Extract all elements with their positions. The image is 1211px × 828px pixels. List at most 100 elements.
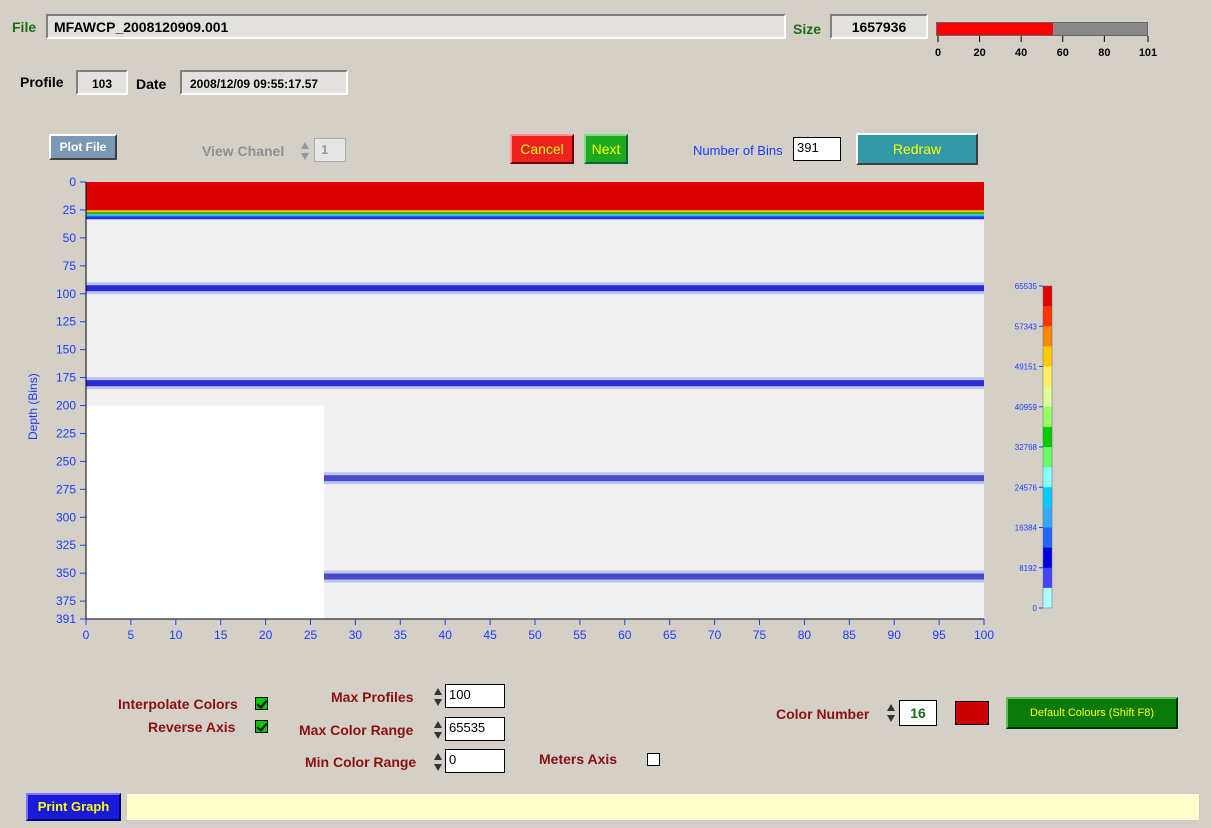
color-scale-label: 57343 [1015, 322, 1038, 331]
color-scale-label: 65535 [1015, 282, 1038, 291]
max-profiles-input[interactable]: 100 [445, 684, 505, 708]
blank-region [86, 405, 324, 619]
cancel-button[interactable]: Cancel [510, 134, 574, 164]
profile-label: Profile [20, 74, 64, 90]
surface-transition-blue [86, 216, 984, 220]
max-profiles-label: Max Profiles [331, 689, 414, 705]
color-scale-segment [1043, 547, 1052, 569]
min-color-range-spinner[interactable] [433, 752, 443, 772]
surface-band [86, 182, 984, 214]
progress-tick-label: 60 [1057, 47, 1069, 59]
surface-transition-green [86, 212, 984, 215]
bins-input[interactable]: 391 [793, 137, 841, 161]
reverse-axis-checkbox[interactable] [255, 720, 268, 733]
echo-band [86, 380, 984, 387]
color-scale-segment [1043, 406, 1052, 428]
x-tick-label: 50 [528, 628, 542, 642]
x-tick-label: 70 [708, 628, 722, 642]
x-tick-label: 60 [618, 628, 632, 642]
profile-field: 103 [76, 70, 128, 95]
color-scale-segment [1043, 326, 1052, 347]
file-name-field: MFAWCP_2008120909.001 [46, 14, 786, 39]
y-tick-label: 50 [63, 231, 77, 245]
date-label: Date [136, 76, 167, 92]
view-channel-spinner[interactable] [300, 141, 310, 161]
max-color-range-input[interactable]: 65535 [445, 717, 505, 741]
y-tick-label: 250 [56, 454, 76, 468]
view-channel-label: View Chanel [202, 143, 285, 159]
y-tick-label: 225 [56, 426, 76, 440]
status-bar [126, 793, 1200, 821]
max-color-range-spinner[interactable] [433, 720, 443, 740]
color-scale-segment [1043, 306, 1052, 327]
date-field: 2008/12/09 09:55:17.57 [180, 70, 348, 95]
x-tick-label: 45 [483, 628, 497, 642]
plot-file-button[interactable]: Plot File [49, 134, 117, 160]
x-tick-label: 25 [304, 628, 318, 642]
color-scale-segment [1043, 487, 1052, 508]
x-tick-label: 35 [394, 628, 408, 642]
color-scale-segment [1043, 527, 1052, 549]
x-tick-label: 20 [259, 628, 273, 642]
x-tick-label: 75 [753, 628, 767, 642]
y-tick-label: 325 [56, 538, 76, 552]
bins-label: Number of Bins [693, 143, 783, 158]
x-tick-label: 5 [128, 628, 135, 642]
progress-bar [936, 22, 1148, 36]
color-scale-segment [1043, 346, 1052, 367]
meters-axis-label: Meters Axis [539, 751, 618, 767]
y-axis-label: Depth (Bins) [26, 373, 40, 440]
surface-transition-yellow [86, 210, 984, 213]
view-channel-field[interactable]: 1 [314, 138, 346, 162]
interpolate-colors-label: Interpolate Colors [118, 696, 238, 712]
x-tick-label: 95 [932, 628, 946, 642]
default-colours-button[interactable]: Default Colours (Shift F8) [1006, 697, 1178, 729]
max-profiles-spinner[interactable] [433, 687, 443, 707]
y-tick-label: 75 [63, 259, 77, 273]
color-number-input[interactable]: 16 [899, 700, 937, 726]
x-tick-label: 85 [843, 628, 857, 642]
interpolate-colors-checkbox[interactable] [255, 697, 268, 710]
color-scale-label: 24576 [1015, 483, 1038, 492]
color-scale-segment [1043, 286, 1052, 307]
y-tick-label: 100 [56, 287, 76, 301]
progress-fill [937, 23, 1054, 35]
progress-tick-label: 0 [935, 47, 941, 59]
next-button[interactable]: Next [584, 134, 628, 164]
color-scale-segment [1043, 507, 1052, 528]
color-swatch[interactable] [955, 701, 989, 725]
progress-tick-label: 101 [1139, 47, 1157, 59]
depth-heatmap-chart: 0255075100125150175200225250275300325350… [56, 175, 994, 642]
color-number-spinner[interactable] [886, 703, 896, 723]
color-scale-label: 40959 [1015, 403, 1038, 412]
progress-tick-label: 40 [1015, 47, 1027, 59]
color-scale-segment [1043, 366, 1052, 388]
x-tick-label: 40 [439, 628, 453, 642]
print-graph-button[interactable]: Print Graph [26, 793, 121, 821]
surface-transition-cyan [86, 214, 984, 217]
y-tick-label: 350 [56, 566, 76, 580]
x-tick-label: 65 [663, 628, 677, 642]
y-tick-label: 25 [63, 203, 77, 217]
y-tick-label: 375 [56, 594, 76, 608]
y-tick-label: 275 [56, 482, 76, 496]
x-tick-label: 80 [798, 628, 812, 642]
redraw-button[interactable]: Redraw [856, 133, 978, 165]
color-scale-legend: 65535 57343 49151 40959 32768 24576 16384 8192 0 [1015, 282, 1053, 612]
color-scale-label: 0 [1033, 604, 1038, 612]
meters-axis-checkbox[interactable] [647, 753, 660, 766]
color-scale-label: 49151 [1015, 363, 1038, 372]
progress-scale: 0 20 40 60 80 101 [935, 36, 1157, 59]
y-tick-label: 391 [56, 612, 76, 626]
x-tick-label: 30 [349, 628, 363, 642]
size-field: 1657936 [830, 14, 928, 39]
min-color-range-input[interactable]: 0 [445, 749, 505, 773]
y-tick-label: 125 [56, 315, 76, 329]
y-tick-label: 175 [56, 371, 76, 385]
progress-tick-label: 80 [1098, 47, 1110, 59]
color-scale-segment [1043, 386, 1052, 408]
size-label: Size [793, 21, 822, 37]
color-scale-label: 8192 [1019, 564, 1037, 573]
progress-tick-label: 20 [973, 47, 985, 59]
color-scale-label: 16384 [1015, 524, 1038, 533]
